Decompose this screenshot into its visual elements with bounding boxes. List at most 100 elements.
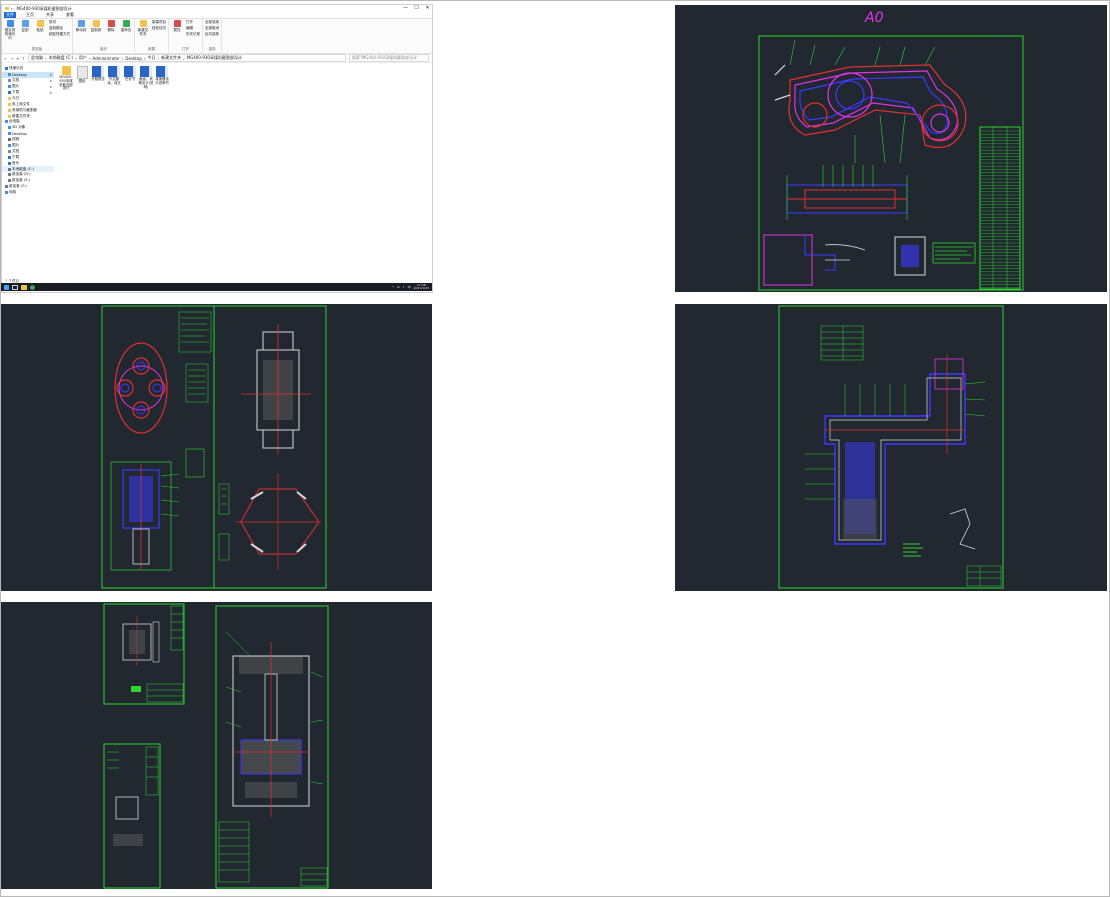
ribbon-small-button[interactable]: 全部取消 bbox=[205, 26, 219, 31]
input-method-icon[interactable]: 中 bbox=[408, 285, 411, 289]
file-explorer-icon[interactable] bbox=[21, 284, 27, 290]
file-item[interactable]: 开题报告 bbox=[90, 66, 106, 82]
breadcrumb-segment[interactable]: 新建文件夹 bbox=[161, 55, 181, 61]
parts-list-table bbox=[979, 126, 1021, 290]
ribbon-button[interactable]: 固定到快速访问 bbox=[4, 20, 16, 40]
breadcrumb-segment[interactable]: 今日 bbox=[147, 55, 155, 61]
ribbon-small-button[interactable]: 轻松访问 bbox=[152, 26, 166, 31]
breadcrumb-separator-icon[interactable]: › bbox=[183, 56, 185, 61]
file-explorer-window: ▾ | MG400-930采煤机截割部设计 — ☐ ✕ 文件 主页 共享 查看 … bbox=[1, 4, 433, 293]
sidebar-item[interactable]: 网络 bbox=[2, 190, 54, 196]
sheet-size-label: A0 bbox=[864, 10, 884, 26]
close-button[interactable]: ✕ bbox=[423, 5, 432, 12]
ribbon-button-icon bbox=[6, 20, 14, 27]
ribbon-small-button[interactable]: 编辑 bbox=[186, 26, 200, 31]
title-block bbox=[966, 565, 1002, 587]
minimize-button[interactable]: — bbox=[401, 5, 410, 12]
tab-view[interactable]: 查看 bbox=[64, 12, 76, 18]
ribbon-button-label: 粘贴 bbox=[36, 28, 44, 32]
windows-logo-icon[interactable] bbox=[4, 284, 9, 290]
breadcrumb-separator-icon[interactable]: › bbox=[89, 56, 91, 61]
ribbon-button[interactable]: 粘贴 bbox=[34, 20, 46, 40]
ribbon-button[interactable]: 复制 bbox=[19, 20, 31, 40]
ribbon-button-icon bbox=[122, 20, 130, 27]
leader-lines bbox=[805, 381, 986, 500]
file-name: 任务书 bbox=[124, 77, 136, 81]
breadcrumb-segment[interactable]: Desktop bbox=[125, 56, 142, 61]
breadcrumb-separator-icon[interactable]: › bbox=[144, 56, 146, 61]
breadcrumb-segment[interactable]: MG400-930采煤机截割部设计 bbox=[187, 55, 242, 61]
picture-icon bbox=[8, 144, 11, 148]
folder-icon bbox=[61, 66, 71, 75]
volume-tray-icon[interactable]: ♪ bbox=[403, 285, 405, 289]
tab-home[interactable]: 主页 bbox=[24, 12, 36, 18]
video-icon bbox=[8, 138, 11, 142]
sidebar-item-label: 下载 bbox=[12, 90, 20, 94]
file-name: 减速器设计说明书 bbox=[155, 77, 169, 85]
maximize-button[interactable]: ☐ bbox=[412, 5, 421, 12]
file-name: 截齿、滚筒设计(说明) bbox=[138, 77, 154, 89]
ribbon-button[interactable]: 新建文件夹 bbox=[137, 20, 149, 36]
task-view-icon[interactable] bbox=[12, 284, 18, 290]
ribbon-button-label: 新建文件夹 bbox=[137, 28, 149, 36]
ribbon-button[interactable]: 重命名 bbox=[120, 20, 132, 32]
drawing-thumbnail-assembly[interactable]: A0 bbox=[675, 5, 1107, 292]
file-item[interactable]: MG400-930采煤机截割部设计 bbox=[58, 66, 74, 91]
file-name: 开题报告 bbox=[91, 77, 105, 81]
breadcrumb-segment[interactable]: 本地磁盘 (C:) bbox=[49, 55, 74, 61]
network-tray-icon[interactable]: ⊡ bbox=[397, 285, 400, 289]
file-item[interactable]: 任务书 bbox=[122, 66, 138, 82]
tab-share[interactable]: 共享 bbox=[44, 12, 56, 18]
ribbon-button-icon bbox=[77, 20, 85, 27]
small-notes bbox=[185, 448, 205, 478]
browser-icon[interactable] bbox=[30, 284, 35, 290]
up-arrow-icon[interactable]: ↑ bbox=[22, 56, 25, 61]
quick-access-toolbar-icon[interactable]: ▾ | bbox=[11, 7, 14, 11]
ribbon-small-button[interactable]: 反向选择 bbox=[205, 32, 219, 37]
ribbon-group-label: 组织 bbox=[100, 47, 107, 51]
address-path[interactable]: 此电脑 › 本地磁盘 (C:) › 用户 › Administrator › Desktop › 今… bbox=[28, 54, 346, 62]
breadcrumb-separator-icon[interactable]: › bbox=[157, 56, 159, 61]
ribbon-button[interactable]: 删除 bbox=[105, 20, 117, 32]
tab-file[interactable]: 文件 bbox=[4, 12, 16, 18]
sidebar-item-label: 新加卷 (D:) bbox=[12, 172, 31, 177]
ribbon-small-button[interactable]: 打开 bbox=[186, 20, 200, 25]
ribbon-button[interactable]: 复制到 bbox=[90, 20, 102, 32]
breadcrumb-separator-icon[interactable]: › bbox=[122, 56, 124, 61]
ribbon-small-button[interactable]: 复制路径 bbox=[49, 26, 70, 31]
forward-arrow-icon[interactable]: → bbox=[10, 56, 13, 61]
file-item[interactable]: 减速器设计说明书 bbox=[154, 66, 170, 86]
detail-sketch bbox=[949, 508, 976, 550]
ribbon-small-button[interactable]: 剪切 bbox=[49, 20, 70, 25]
notes-block bbox=[932, 242, 976, 264]
breadcrumb-segment[interactable]: 此电脑 bbox=[31, 55, 43, 61]
ribbon-small-button[interactable]: 历史记录 bbox=[186, 32, 200, 37]
breadcrumb-segment[interactable]: Administrator bbox=[92, 56, 119, 61]
search-input[interactable]: 搜索"MG400-930采煤机截割部设计" bbox=[349, 54, 429, 62]
desktop-icon bbox=[8, 73, 11, 77]
ribbon-small-button[interactable]: 新建项目 bbox=[152, 20, 166, 25]
ribbon-group: 移动到 复制到 删除 重命名组织 bbox=[73, 19, 135, 53]
taskbar-clock[interactable]: 17:48 2021/1/23 bbox=[414, 283, 429, 291]
file-item[interactable]: 外文翻译、译文 bbox=[106, 66, 122, 86]
file-item[interactable]: 截齿、滚筒设计(说明) bbox=[138, 66, 154, 89]
back-arrow-icon[interactable]: ← bbox=[4, 56, 7, 61]
shaft-section-view bbox=[241, 324, 311, 454]
sidebar-item-label: 此电脑 bbox=[9, 119, 20, 124]
ribbon-button[interactable]: 属性 bbox=[171, 20, 183, 37]
sidebar-item-label: 快速访问 bbox=[9, 66, 24, 71]
drawing-thumbnail-parts[interactable] bbox=[1, 602, 432, 889]
document-icon bbox=[8, 79, 11, 83]
breadcrumb-segment[interactable]: 用户 bbox=[79, 55, 87, 61]
ribbon-small-button[interactable]: 全部选择 bbox=[205, 20, 219, 25]
ribbon-button[interactable]: 移动到 bbox=[75, 20, 87, 32]
file-item[interactable]: 图纸 bbox=[74, 66, 90, 84]
ribbon-small-button[interactable]: 粘贴快捷方式 bbox=[49, 32, 70, 37]
computer-icon bbox=[5, 120, 8, 124]
drawing-thumbnail-drum[interactable] bbox=[1, 304, 432, 591]
tray-overflow-icon[interactable]: ^ bbox=[392, 285, 395, 289]
breadcrumb-separator-icon[interactable]: › bbox=[45, 56, 47, 61]
drawing-thumbnail-gearbox[interactable] bbox=[675, 304, 1107, 591]
recent-locations-icon[interactable]: ▾ bbox=[17, 56, 19, 61]
breadcrumb-separator-icon[interactable]: › bbox=[75, 56, 77, 61]
